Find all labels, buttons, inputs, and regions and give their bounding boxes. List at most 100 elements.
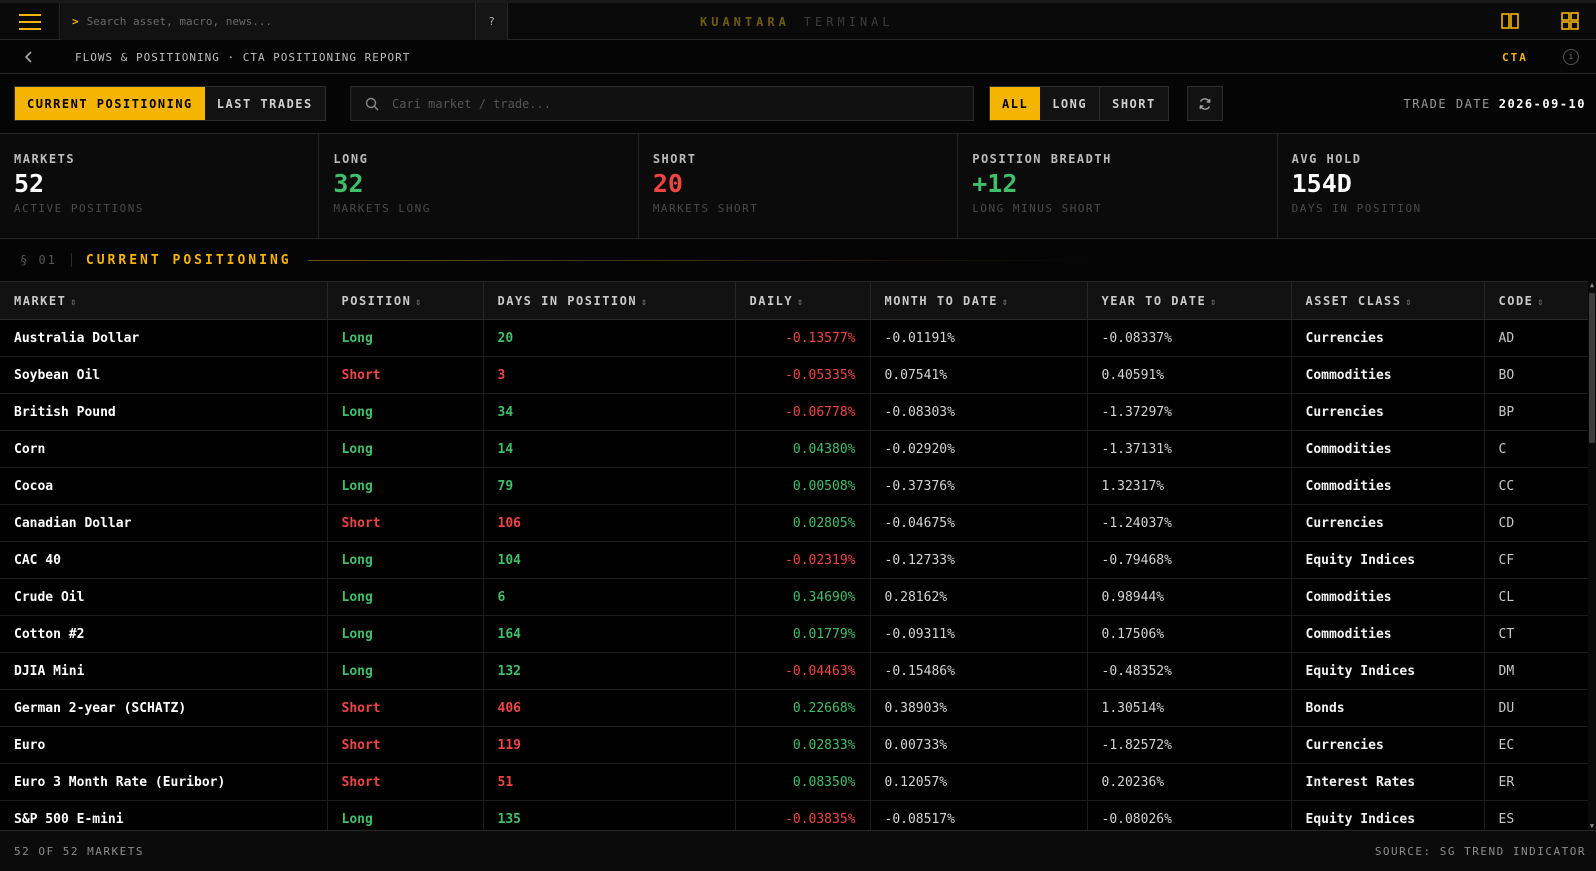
table-row[interactable]: German 2-year (SCHATZ) Short 406 0.22668% 0.…: [0, 689, 1588, 727]
hamburger-icon[interactable]: [0, 3, 60, 40]
code-cell: ES: [1484, 800, 1588, 830]
refresh-button[interactable]: [1187, 86, 1223, 121]
trade-date-value: 2026-09-10: [1498, 97, 1586, 111]
daily-cell: 0.22668%: [735, 689, 871, 727]
ytd-cell: -1.37297%: [1087, 393, 1292, 431]
market-search-input[interactable]: Cari market / trade...: [350, 86, 974, 121]
days-cell: 132: [483, 652, 736, 690]
daily-cell: -0.13577%: [735, 319, 871, 357]
mtd-cell: -0.04675%: [870, 504, 1088, 542]
asset-class-cell: Interest Rates: [1291, 763, 1485, 801]
market-cell: Corn: [0, 430, 328, 468]
info-icon[interactable]: i: [1563, 49, 1579, 65]
breadcrumb-bar: FLOWS & POSITIONING · CTA POSITIONING RE…: [0, 40, 1596, 74]
table-row[interactable]: Australia Dollar Long 20 -0.13577% -0.01191%…: [0, 319, 1588, 357]
filter-long-button[interactable]: LONG: [1040, 87, 1101, 120]
grid-layout-icon[interactable]: [1560, 11, 1580, 31]
column-header-days-in-position[interactable]: DAYS IN POSITION ⇕: [483, 281, 736, 320]
asset-class-cell: Bonds: [1291, 689, 1485, 727]
asset-class-cell: Equity Indices: [1291, 652, 1485, 690]
days-cell: 34: [483, 393, 736, 431]
ytd-cell: 1.30514%: [1087, 689, 1292, 727]
global-search-input[interactable]: > Search asset, macro, news...: [61, 3, 476, 40]
code-cell: ER: [1484, 763, 1588, 801]
sort-icon: ⇕: [797, 296, 805, 308]
help-button[interactable]: ?: [476, 3, 508, 40]
column-header-label: MARKET: [14, 293, 67, 308]
column-header-asset-class[interactable]: ASSET CLASS ⇕: [1291, 281, 1485, 320]
days-cell: 79: [483, 467, 736, 505]
table-row[interactable]: S&P 500 E-mini Long 135 -0.03835% -0.08517% -…: [0, 800, 1588, 830]
table-row[interactable]: Crude Oil Long 6 0.34690% 0.28162% 0.98944% Co…: [0, 578, 1588, 616]
asset-class-cell: Currencies: [1291, 319, 1485, 357]
stat-cards: MARKETS 52 ACTIVE POSITIONS LONG 32 MARK…: [0, 134, 1596, 239]
column-header-code[interactable]: CODE ⇕: [1484, 281, 1588, 320]
ytd-cell: -0.08337%: [1087, 319, 1292, 357]
tab-last-trades[interactable]: LAST TRADES: [204, 87, 325, 120]
filter-all-button[interactable]: ALL: [990, 87, 1041, 120]
days-cell: 164: [483, 615, 736, 653]
market-cell: Cocoa: [0, 467, 328, 505]
market-cell: S&P 500 E-mini: [0, 800, 328, 830]
asset-class-cell: Commodities: [1291, 467, 1485, 505]
column-header-position[interactable]: POSITION ⇕: [327, 281, 484, 320]
tab-current-positioning[interactable]: CURRENT POSITIONING: [15, 87, 205, 120]
table-row[interactable]: Canadian Dollar Short 106 0.02805% -0.04675%…: [0, 504, 1588, 542]
mtd-cell: -0.08303%: [870, 393, 1088, 431]
table-row[interactable]: Euro Short 119 0.02833% 0.00733% -1.82572% Cur…: [0, 726, 1588, 764]
stat-sublabel: MARKETS SHORT: [652, 202, 759, 215]
scrollbar-thumb[interactable]: [1589, 293, 1595, 443]
stat-position-breadth: POSITION BREADTH +12 LONG MINUS SHORT: [958, 134, 1278, 238]
table-row[interactable]: DJIA Mini Long 132 -0.04463% -0.15486% -0.483…: [0, 652, 1588, 690]
market-cell: Euro 3 Month Rate (Euribor): [0, 763, 328, 801]
prompt-caret-icon: >: [72, 15, 79, 28]
column-header-month-to-date[interactable]: MONTH TO DATE ⇕: [870, 281, 1088, 320]
days-cell: 51: [483, 763, 736, 801]
position-cell: Long: [327, 800, 484, 830]
table-row[interactable]: British Pound Long 34 -0.06778% -0.08303% -1.…: [0, 393, 1588, 431]
stat-long: LONG 32 MARKETS LONG: [319, 134, 639, 238]
daily-cell: -0.03835%: [735, 800, 871, 830]
brand-secondary: TERMINAL: [803, 14, 894, 29]
table-scrollbar[interactable]: ▲ ▼: [1588, 281, 1596, 830]
columns-layout-icon[interactable]: [1500, 11, 1520, 31]
market-cell: German 2-year (SCHATZ): [0, 689, 328, 727]
table-row[interactable]: Corn Long 14 0.04380% -0.02920% -1.37131% Comm…: [0, 430, 1588, 468]
position-cell: Short: [327, 356, 484, 394]
footer-bar: 52 OF 52 MARKETS SOURCE: SG TREND INDICA…: [0, 830, 1596, 871]
mtd-cell: -0.01191%: [870, 319, 1088, 357]
position-cell: Long: [327, 615, 484, 653]
ytd-cell: -1.82572%: [1087, 726, 1292, 764]
asset-class-cell: Commodities: [1291, 578, 1485, 616]
ytd-cell: -1.24037%: [1087, 504, 1292, 542]
scroll-down-icon[interactable]: ▼: [1588, 822, 1596, 830]
table-row[interactable]: Soybean Oil Short 3 -0.05335% 0.07541% 0.4059…: [0, 356, 1588, 394]
stat-short: SHORT 20 MARKETS SHORT: [639, 134, 959, 238]
mtd-cell: 0.28162%: [870, 578, 1088, 616]
table-row[interactable]: Euro 3 Month Rate (Euribor) Short 51 0.0835…: [0, 763, 1588, 801]
search-icon: [365, 97, 379, 110]
scroll-up-icon[interactable]: ▲: [1588, 281, 1596, 289]
position-cell: Long: [327, 467, 484, 505]
chevron-left-icon[interactable]: [20, 48, 38, 66]
market-cell: Cotton #2: [0, 615, 328, 653]
daily-cell: -0.02319%: [735, 541, 871, 579]
asset-class-cell: Commodities: [1291, 356, 1485, 394]
daily-cell: -0.04463%: [735, 652, 871, 690]
global-search-placeholder: Search asset, macro, news...: [86, 15, 273, 28]
stat-label: SHORT: [652, 152, 697, 166]
trade-date: TRADE DATE 2026-09-10: [1404, 74, 1587, 134]
code-cell: DU: [1484, 689, 1588, 727]
table-row[interactable]: Cotton #2 Long 164 0.01779% -0.09311% 0.17506…: [0, 615, 1588, 653]
sort-icon: ⇕: [1405, 296, 1414, 308]
column-header-market[interactable]: MARKET ⇕: [0, 281, 328, 320]
section-divider: [307, 259, 1088, 261]
table-row[interactable]: Cocoa Long 79 0.00508% -0.37376% 1.32317% Comm…: [0, 467, 1588, 505]
position-cell: Long: [327, 652, 484, 690]
filter-short-button[interactable]: SHORT: [1100, 87, 1168, 120]
market-cell: Soybean Oil: [0, 356, 328, 394]
mtd-cell: 0.07541%: [870, 356, 1088, 394]
table-row[interactable]: CAC 40 Long 104 -0.02319% -0.12733% -0.79468%…: [0, 541, 1588, 579]
column-header-daily[interactable]: DAILY ⇕: [735, 281, 871, 320]
column-header-year-to-date[interactable]: YEAR TO DATE ⇕: [1087, 281, 1292, 320]
